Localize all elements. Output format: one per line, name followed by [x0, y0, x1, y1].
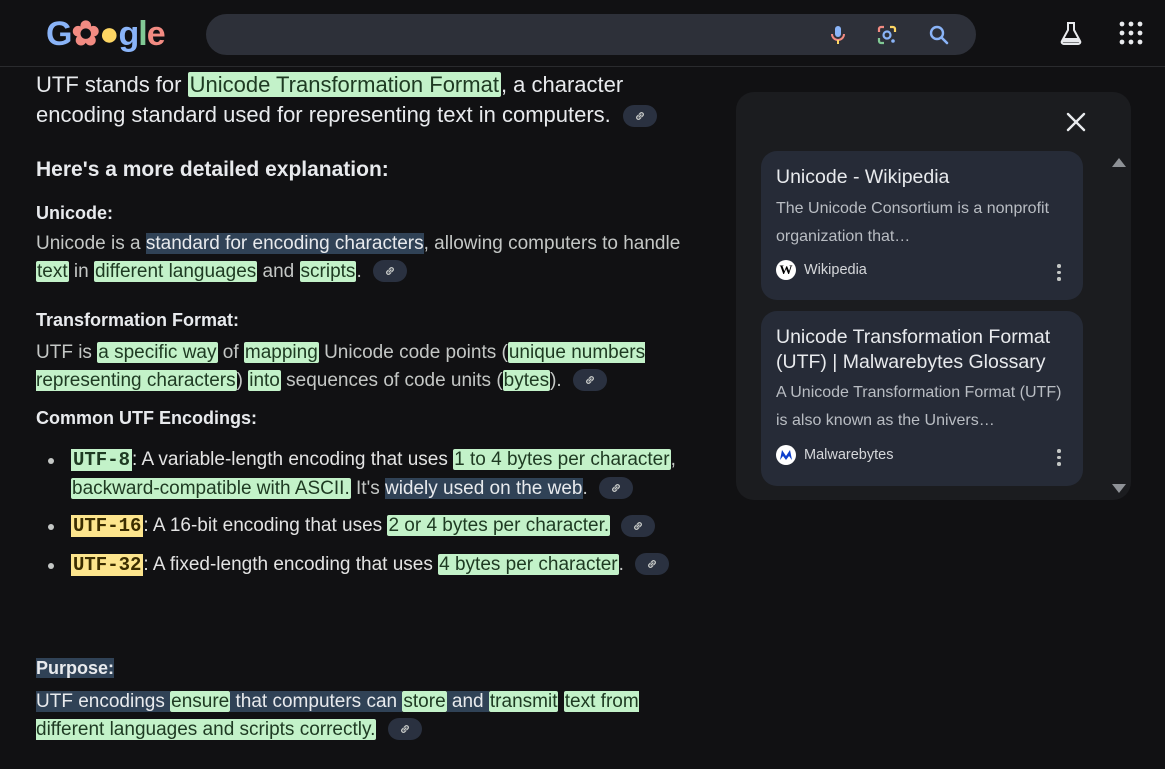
ai-overview-answer: UTF stands for Unicode Transformation Fo… [36, 68, 696, 741]
highlight[interactable]: a specific way [97, 342, 218, 363]
purpose-heading: Purpose: [36, 658, 115, 678]
highlight[interactable]: transmit [488, 691, 559, 712]
labs-flask-icon[interactable] [1058, 20, 1084, 46]
selected-text: standard for encoding characters [145, 233, 424, 254]
purpose-paragraph: UTF encodings ensure that computers can … [36, 691, 639, 741]
link-icon [400, 725, 409, 734]
highlight[interactable]: into [248, 369, 281, 391]
intro-text: UTF stands for Unicode Transformation Fo… [36, 70, 696, 130]
source-card[interactable]: Unicode - Wikipedia The Unicode Consorti… [761, 151, 1083, 300]
highlight[interactable]: Unicode Transformation Format [187, 72, 501, 97]
citation-link-button[interactable] [622, 105, 657, 128]
highlight[interactable]: mapping [243, 342, 319, 363]
more-options-icon[interactable] [1057, 264, 1061, 284]
code-term[interactable]: UTF-32 [71, 553, 144, 576]
citation-link-button[interactable] [599, 477, 634, 500]
transformation-paragraph: UTF is a specific way of mapping Unicode… [36, 342, 646, 392]
source-card-title: Unicode Transformation Format (UTF) | Ma… [776, 326, 1051, 373]
highlight[interactable]: different languages [93, 260, 258, 282]
mic-icon[interactable] [826, 23, 850, 47]
sources-panel: Unicode - Wikipedia The Unicode Consorti… [736, 92, 1131, 500]
highlight[interactable]: backward-compatible with ASCII. [71, 477, 351, 499]
source-name: Wikipedia [804, 262, 867, 278]
citation-link-button[interactable] [635, 553, 670, 576]
unicode-heading: Unicode: [36, 203, 114, 223]
source-row: W Wikipedia [776, 260, 867, 280]
highlight[interactable]: 1 to 4 bytes per character [453, 449, 671, 470]
list-item: UTF-8: A variable-length encoding that u… [36, 446, 696, 502]
highlight[interactable]: bytes [502, 369, 551, 391]
source-name: Malwarebytes [804, 447, 894, 463]
highlight[interactable]: 4 bytes per character [438, 553, 619, 575]
encodings-list: UTF-8: A variable-length encoding that u… [36, 446, 696, 579]
scroll-up-arrow-icon[interactable] [1112, 158, 1126, 167]
list-item: UTF-16: A 16-bit encoding that uses 2 or… [36, 512, 696, 541]
more-options-icon[interactable] [1057, 449, 1061, 469]
code-term[interactable]: UTF-8 [71, 449, 133, 471]
highlight[interactable]: ensure [170, 691, 231, 712]
search-bar[interactable] [206, 14, 976, 55]
scroll-down-arrow-icon[interactable] [1112, 484, 1126, 493]
link-icon [586, 376, 594, 385]
link-icon [612, 484, 621, 493]
unicode-paragraph: Unicode is a standard for encoding chara… [36, 233, 681, 283]
malwarebytes-favicon-icon [776, 445, 796, 465]
top-header: G✿●gle [0, 0, 1165, 67]
highlight[interactable]: scripts [299, 260, 357, 282]
highlight[interactable]: 2 or 4 bytes per character. [387, 515, 611, 536]
link-icon [634, 522, 643, 530]
source-card[interactable]: Unicode Transformation Format (UTF) | Ma… [761, 311, 1083, 486]
link-icon [386, 267, 394, 276]
apps-grid-icon[interactable] [1118, 20, 1144, 46]
transformation-heading: Transformation Format: [36, 310, 240, 330]
link-icon [648, 560, 657, 569]
highlight[interactable]: text [36, 260, 69, 282]
link-icon [635, 112, 644, 121]
google-doodle-logo[interactable]: G✿●gle [46, 14, 166, 54]
search-icon[interactable] [927, 23, 951, 47]
lens-icon[interactable] [875, 23, 899, 47]
wikipedia-favicon-icon: W [776, 260, 796, 280]
selected-text: widely used on the web [384, 477, 583, 499]
citation-link-button[interactable] [387, 718, 422, 741]
source-card-title: Unicode - Wikipedia [776, 166, 950, 188]
code-term[interactable]: UTF-16 [71, 515, 144, 537]
close-icon[interactable] [1062, 108, 1090, 136]
citation-link-button[interactable] [373, 260, 407, 283]
list-item: UTF-32: A fixed-length encoding that use… [36, 551, 696, 580]
source-card-snippet: A Unicode Transformation Format (UTF) is… [776, 384, 1062, 429]
highlight[interactable]: store [402, 691, 447, 712]
citation-link-button[interactable] [572, 369, 607, 392]
source-row: Malwarebytes [776, 445, 893, 465]
encodings-heading: Common UTF Encodings: [36, 408, 257, 428]
citation-link-button[interactable] [621, 514, 656, 537]
source-card-snippet: The Unicode Consortium is a nonprofit or… [776, 200, 1050, 245]
detail-heading: Here's a more detailed explanation: [36, 158, 389, 181]
